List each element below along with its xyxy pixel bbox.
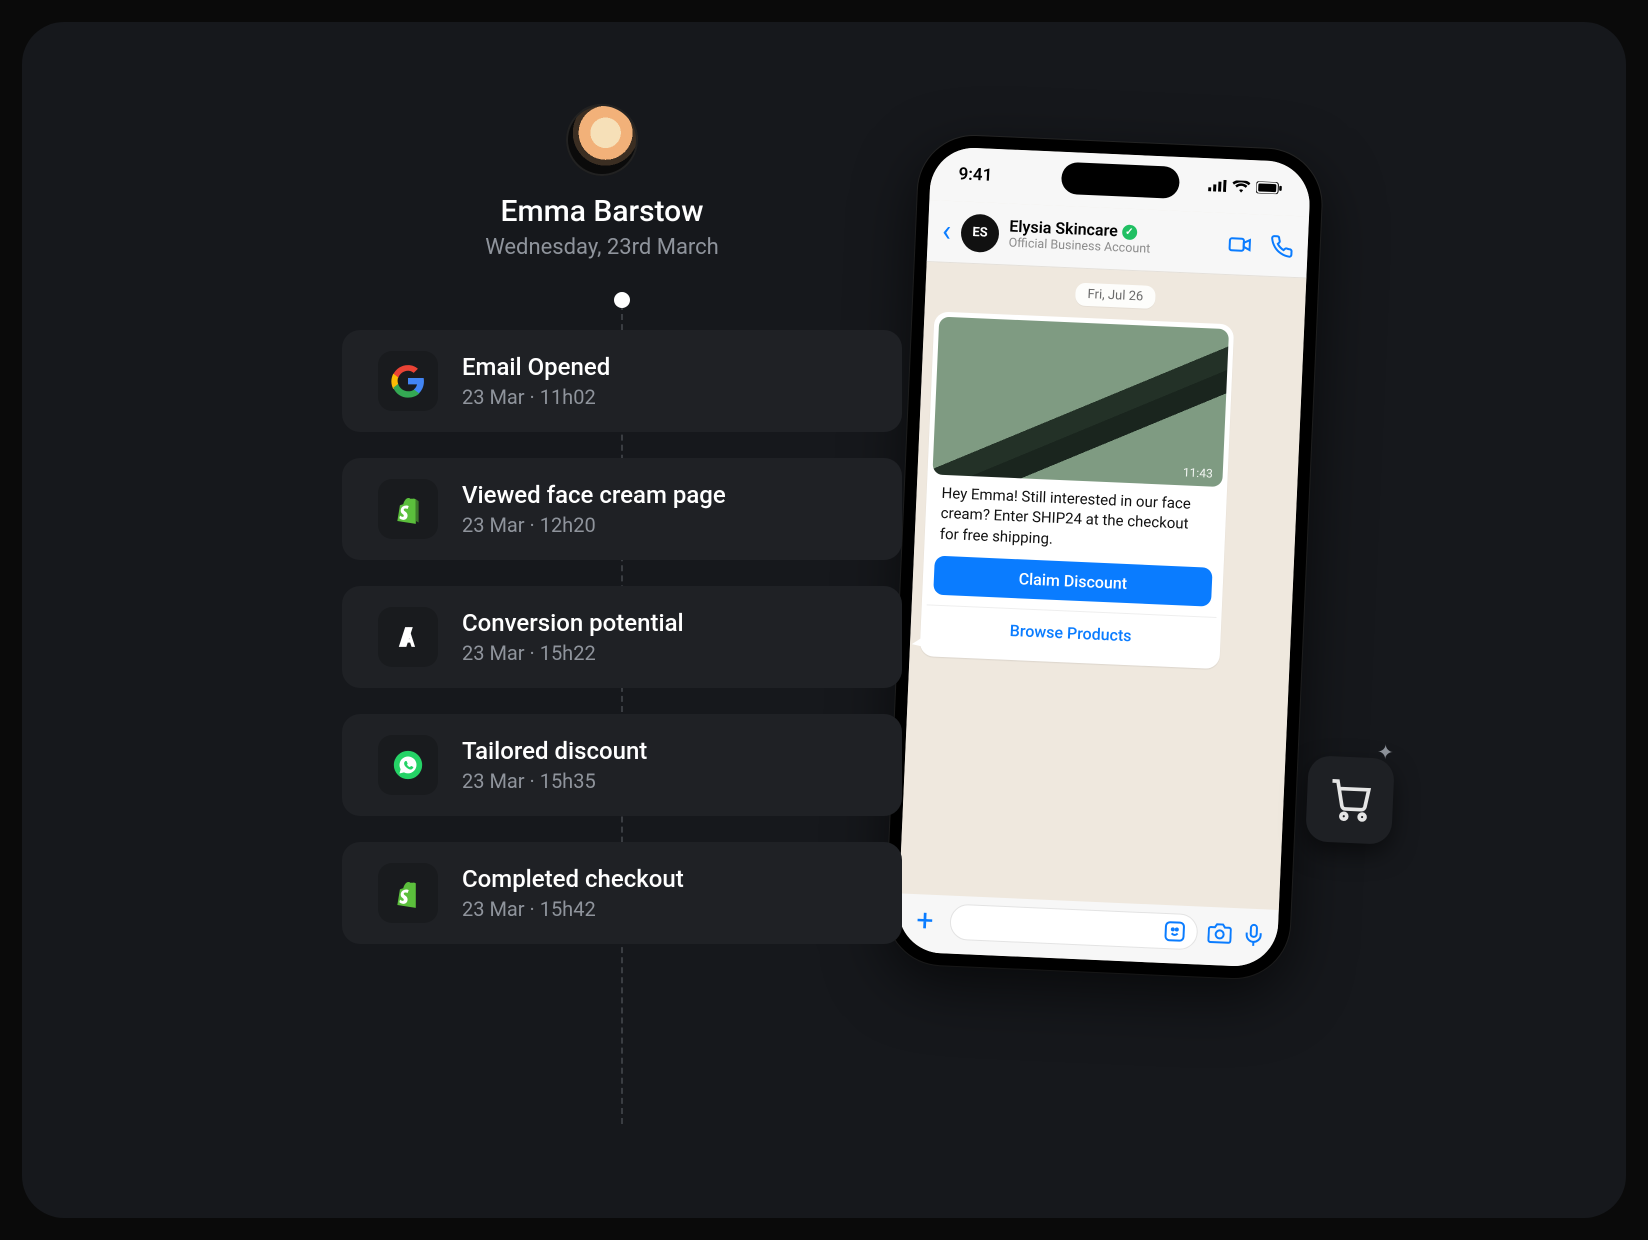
timeline-event[interactable]: Email Opened 23 Mar · 11h02 [342, 330, 902, 432]
message-text: Hey Emma! Still interested in our face c… [929, 474, 1222, 559]
event-meta: 23 Mar · 12h20 [462, 513, 726, 537]
customer-avatar [566, 104, 638, 176]
date-chip: Fri, Jul 26 [1075, 283, 1156, 309]
browse-products-button[interactable]: Browse Products [925, 604, 1217, 659]
message-input[interactable] [949, 904, 1198, 951]
phone-mock: 9:41 ‹ ES Elysia Skincare Official Busin… [884, 134, 1324, 981]
timeline-event[interactable]: Viewed face cream page 23 Mar · 12h20 [342, 458, 902, 560]
event-title: Completed checkout [462, 865, 684, 893]
mic-icon[interactable] [1241, 922, 1266, 947]
canvas: Emma Barstow Wednesday, 23rd March Email… [22, 22, 1626, 1218]
shopify-icon [378, 863, 438, 923]
event-title: Viewed face cream page [462, 481, 726, 509]
event-title: Email Opened [462, 353, 610, 381]
claim-discount-button[interactable]: Claim Discount [933, 555, 1212, 606]
business-info[interactable]: Elysia Skincare Official Business Accoun… [1008, 218, 1218, 260]
whatsapp-icon [378, 735, 438, 795]
cart-icon [1327, 777, 1373, 823]
battery-icon [1256, 181, 1282, 194]
google-icon [378, 351, 438, 411]
timeline-event[interactable]: Tailored discount 23 Mar · 15h35 [342, 714, 902, 816]
message-image[interactable]: 11:43 [932, 317, 1229, 487]
anthropic-icon [378, 607, 438, 667]
voice-call-icon[interactable] [1269, 233, 1294, 258]
cart-fab[interactable] [1305, 755, 1395, 845]
video-call-icon[interactable] [1227, 232, 1252, 257]
event-title: Tailored discount [462, 737, 647, 765]
event-meta: 23 Mar · 15h22 [462, 641, 684, 665]
event-title: Conversion potential [462, 609, 684, 637]
verified-badge-icon [1121, 224, 1137, 240]
camera-icon[interactable] [1207, 921, 1232, 946]
back-button[interactable]: ‹ [941, 216, 951, 246]
business-avatar[interactable]: ES [960, 213, 1000, 253]
signal-icon [1208, 179, 1227, 192]
sticker-icon[interactable] [1162, 919, 1187, 944]
wifi-icon [1232, 180, 1251, 193]
event-meta: 23 Mar · 15h42 [462, 897, 684, 921]
timeline-event[interactable]: Completed checkout 23 Mar · 15h42 [342, 842, 902, 944]
status-time: 9:41 [958, 164, 993, 185]
customer-name: Emma Barstow [342, 194, 862, 229]
shopify-icon [378, 479, 438, 539]
timeline-event[interactable]: Conversion potential 23 Mar · 15h22 [342, 586, 902, 688]
message-card: 11:43 Hey Emma! Still interested in our … [920, 311, 1235, 669]
customer-header: Emma Barstow Wednesday, 23rd March [342, 104, 862, 260]
customer-date: Wednesday, 23rd March [342, 235, 862, 260]
image-timestamp: 11:43 [1183, 465, 1213, 480]
event-meta: 23 Mar · 15h35 [462, 769, 647, 793]
chat-body: Fri, Jul 26 11:43 Hey Emma! Still intere… [899, 262, 1306, 910]
timeline: Email Opened 23 Mar · 11h02 Viewed face … [342, 292, 902, 970]
event-meta: 23 Mar · 11h02 [462, 385, 610, 409]
attach-button[interactable]: + [909, 902, 940, 938]
phone-notch [1061, 162, 1180, 199]
timeline-start-dot [614, 292, 630, 308]
